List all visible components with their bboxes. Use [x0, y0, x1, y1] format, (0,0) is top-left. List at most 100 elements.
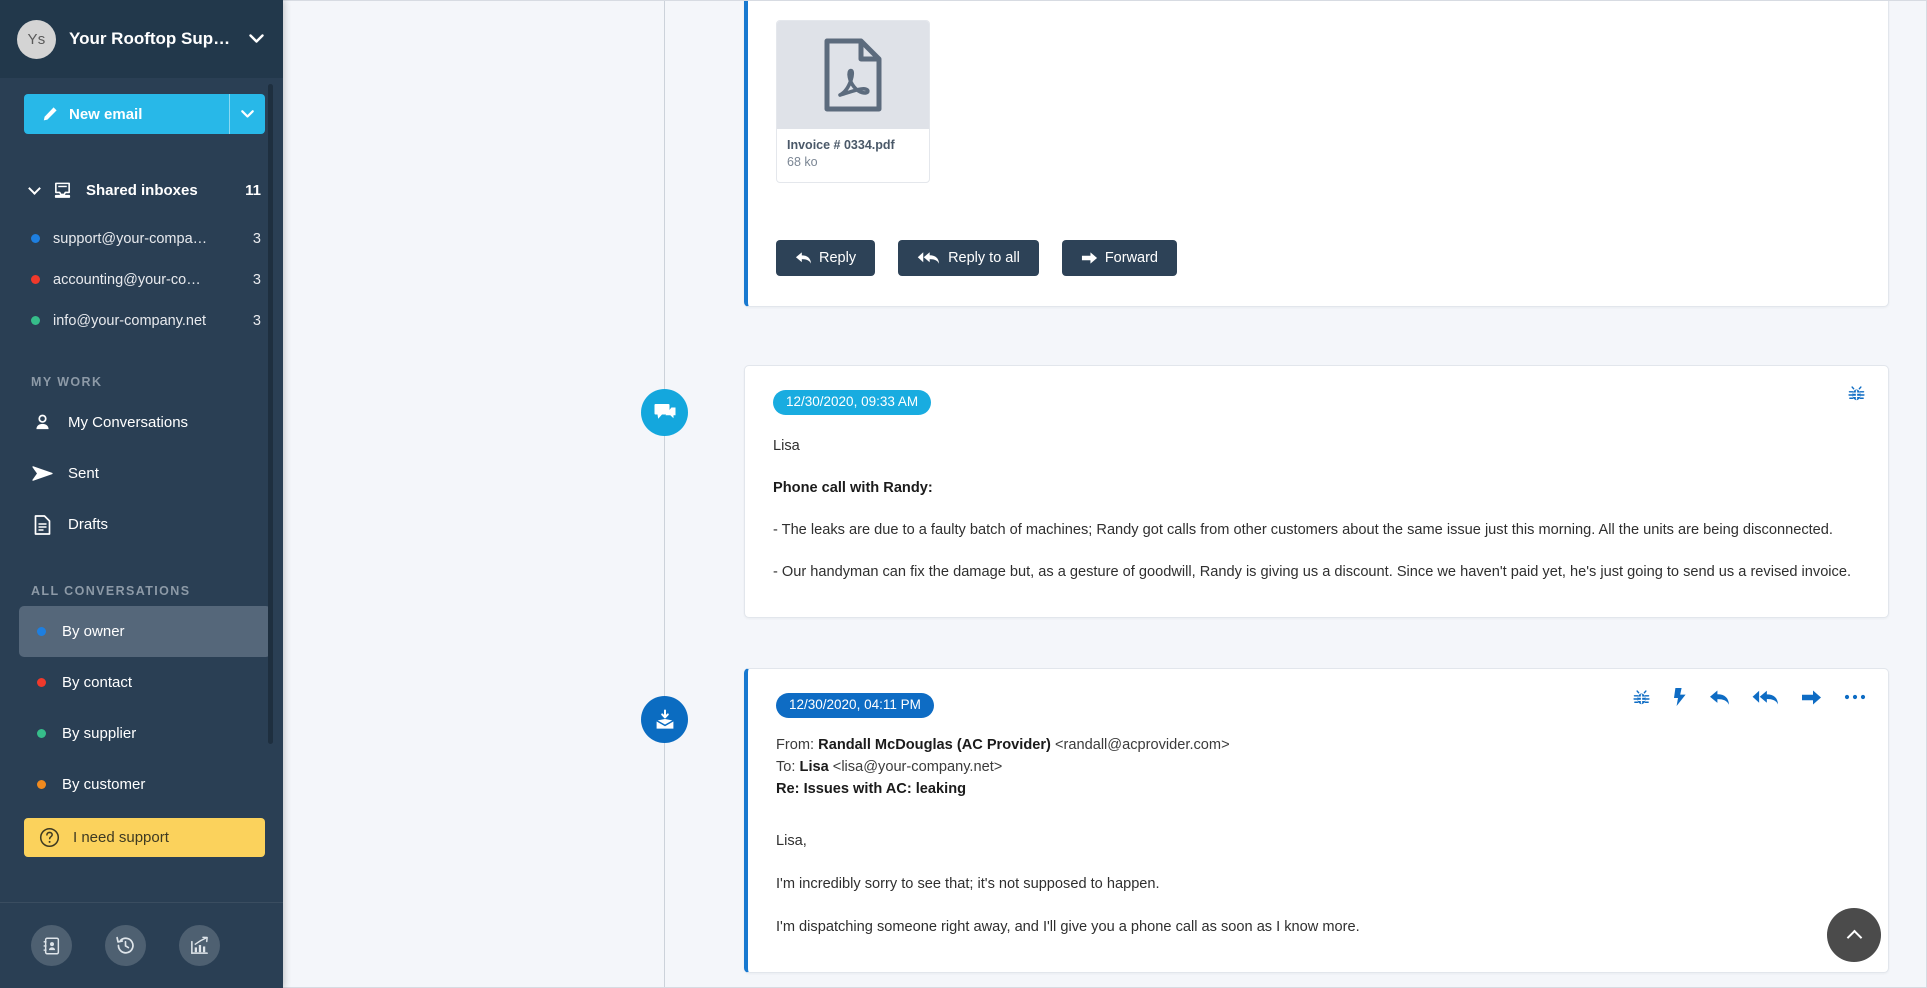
email-paragraph: I'm incredibly sorry to see that; it's n…: [776, 875, 1160, 892]
email-paragraph: I'm dispatching someone right away, and …: [776, 918, 1360, 935]
sidebar-item-sent[interactable]: Sent: [19, 448, 271, 499]
attachment-thumbnail: [777, 21, 929, 129]
chat-bubble-icon: [641, 389, 688, 436]
to-address: <lisa@your-company.net>: [832, 758, 1003, 775]
sidebar-item-by-owner[interactable]: By owner: [19, 606, 271, 657]
email-paragraph: Lisa,: [776, 832, 807, 849]
message-thread: Invoice # 0334.pdf 68 ko Reply Reply to …: [283, 0, 1927, 986]
status-dot: [37, 780, 46, 789]
message-card-note: 12/30/2020, 09:33 AM Lisa Phone call wit…: [744, 365, 1889, 619]
from-name: Randall McDouglas (AC Provider): [818, 736, 1051, 753]
status-dot: [31, 234, 40, 243]
from-address: <randall@acprovider.com>: [1054, 736, 1230, 753]
shared-inboxes-list: support@your-compa… 3 accounting@your-co…: [0, 218, 283, 341]
new-email-button[interactable]: New email: [24, 94, 229, 134]
email-subject: Re: Issues with AC: leaking: [776, 780, 967, 797]
analytics-chart-icon[interactable]: [179, 925, 220, 966]
nav-label: Drafts: [68, 516, 109, 533]
reply-all-button[interactable]: Reply to all: [898, 240, 1039, 276]
support-button-label: I need support: [73, 829, 169, 846]
nav-label: Sent: [68, 465, 99, 482]
pencil-icon: [42, 106, 58, 122]
reply-button-label: Reply: [819, 250, 857, 266]
reply-button[interactable]: Reply: [776, 240, 876, 276]
status-dot: [37, 729, 46, 738]
email-to-line: To: Lisa <lisa@your-company.net>: [776, 759, 1860, 775]
reply-all-arrow-icon[interactable]: [1752, 689, 1779, 706]
chevron-up-icon: [1846, 929, 1862, 945]
sidebar-item-support-inbox[interactable]: support@your-compa… 3: [0, 218, 283, 259]
sidebar-scrollbar[interactable]: [268, 84, 273, 744]
reply-all-arrow-icon: [917, 251, 941, 265]
new-email-label: New email: [69, 105, 143, 123]
sidebar-item-info-inbox[interactable]: info@your-company.net 3: [0, 300, 283, 341]
my-work-section-title: MY WORK: [31, 375, 103, 389]
to-label: To:: [776, 758, 796, 775]
thread-spacer: [283, 307, 1889, 361]
all-conversations-list: By owner By contact By supplier By custo…: [0, 606, 283, 810]
document-icon: [31, 514, 53, 535]
attachment-name: Invoice # 0334.pdf: [787, 138, 895, 152]
paper-plane-icon: [31, 464, 53, 484]
bug-icon[interactable]: [1847, 384, 1866, 403]
email-client-app: Ys Your Rooftop Support New email Shared…: [0, 0, 1927, 988]
message-block-email: 12/30/2020, 04:11 PM From: Randall McDou…: [283, 668, 1889, 974]
new-email-dropdown-button[interactable]: [229, 94, 265, 134]
nav-label: By contact: [62, 674, 133, 691]
sidebar-item-by-supplier[interactable]: By supplier: [19, 708, 271, 759]
attachment-invoice-pdf[interactable]: Invoice # 0334.pdf 68 ko: [776, 20, 930, 183]
conversation-panel: Invoice # 0334.pdf 68 ko Reply Reply to …: [283, 0, 1927, 988]
inbox-download-icon: [641, 696, 688, 744]
chevron-down-icon: [28, 181, 41, 195]
lightning-bolt-icon[interactable]: [1673, 687, 1687, 707]
status-dot: [31, 316, 40, 325]
reply-arrow-icon[interactable]: [1709, 689, 1730, 706]
note-paragraph: - Our handyman can fix the damage but, a…: [773, 563, 1852, 580]
question-circle-icon: [39, 827, 60, 848]
inbox-label: info@your-company.net: [53, 312, 207, 329]
note-card-actions: [1847, 384, 1866, 403]
forward-button[interactable]: Forward: [1061, 240, 1177, 276]
email-card-body: 12/30/2020, 04:11 PM From: Randall McDou…: [748, 669, 1888, 972]
note-author: Lisa: [773, 437, 800, 454]
chevron-down-icon[interactable]: [248, 30, 265, 48]
scroll-to-top-button[interactable]: [1827, 908, 1881, 962]
sidebar: Ys Your Rooftop Support New email Shared…: [0, 0, 283, 988]
i-need-support-button[interactable]: I need support: [24, 818, 265, 857]
user-icon: [31, 413, 53, 433]
sidebar-item-my-conversations[interactable]: My Conversations: [19, 397, 271, 448]
email-from-line: From: Randall McDouglas (AC Provider) <r…: [776, 737, 1860, 753]
new-email-button-group: New email: [24, 94, 265, 134]
thread-spacer: [283, 618, 1889, 668]
sidebar-item-drafts[interactable]: Drafts: [19, 499, 271, 550]
org-name: Your Rooftop Support: [69, 29, 236, 48]
all-conversations-section-title: ALL CONVERSATIONS: [31, 584, 191, 598]
pdf-file-icon: [822, 37, 884, 113]
sidebar-footer: [0, 902, 283, 988]
note-paragraph: - The leaks are due to a faulty batch of…: [773, 521, 1833, 538]
forward-arrow-icon[interactable]: [1801, 689, 1822, 706]
nav-label: My Conversations: [68, 414, 189, 431]
address-book-icon[interactable]: [31, 925, 72, 966]
history-clock-icon[interactable]: [105, 925, 146, 966]
to-name: Lisa: [799, 758, 829, 775]
nav-label: By supplier: [62, 725, 137, 742]
nav-label: By owner: [62, 623, 125, 640]
status-dot: [37, 678, 46, 687]
sidebar-org-header[interactable]: Ys Your Rooftop Support: [0, 0, 283, 78]
sidebar-item-by-customer[interactable]: By customer: [19, 759, 271, 810]
sidebar-item-by-contact[interactable]: By contact: [19, 657, 271, 708]
inbox-label: accounting@your-co…: [53, 271, 201, 288]
email-subject-line: Re: Issues with AC: leaking: [776, 781, 1860, 797]
shared-inboxes-header[interactable]: Shared inboxes 11: [0, 176, 283, 204]
note-card-body: 12/30/2020, 09:33 AM Lisa Phone call wit…: [745, 366, 1888, 617]
message-block-note: 12/30/2020, 09:33 AM Lisa Phone call wit…: [283, 361, 1889, 619]
shared-inbox-icon: [53, 181, 72, 200]
bug-icon[interactable]: [1632, 688, 1651, 707]
reply-arrow-icon: [795, 251, 812, 265]
sidebar-item-accounting-inbox[interactable]: accounting@your-co… 3: [0, 259, 283, 300]
forward-arrow-icon: [1081, 251, 1098, 265]
from-label: From:: [776, 736, 815, 753]
ellipsis-icon[interactable]: [1844, 693, 1866, 701]
status-dot: [31, 275, 40, 284]
